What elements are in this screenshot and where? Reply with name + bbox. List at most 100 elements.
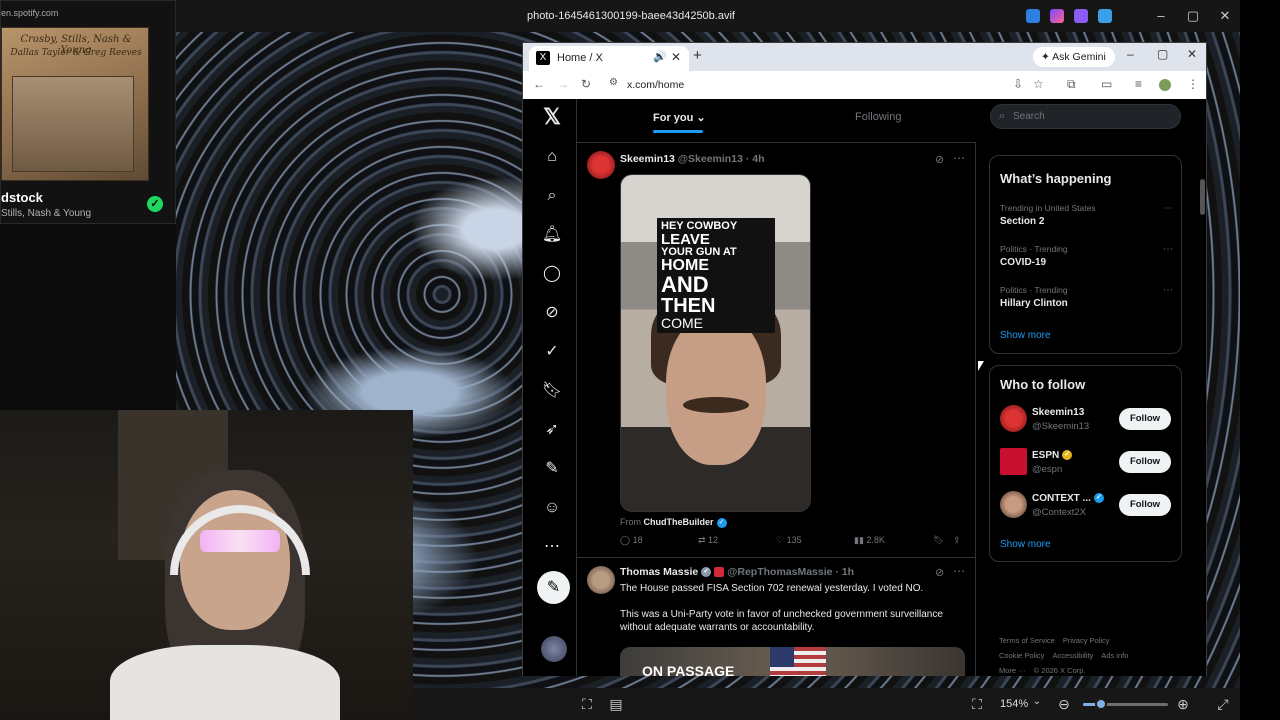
trend-name[interactable]: COVID-19	[1000, 257, 1046, 268]
tab-for-you[interactable]: For you ⌄	[653, 111, 706, 124]
edit-icon[interactable]	[1026, 9, 1040, 23]
media-queue-icon[interactable]: ≡	[1135, 77, 1142, 91]
fit-to-window-icon[interactable]: ⛶	[968, 696, 986, 713]
tab-following[interactable]: Following	[855, 111, 901, 123]
post-author[interactable]: Thomas Massie ✓ @RepThomasMassie · 1h	[620, 566, 854, 578]
profile-avatar[interactable]	[1159, 79, 1171, 91]
track-artist[interactable]: Stills, Nash & Young	[1, 208, 91, 219]
tab-close-icon[interactable]: ✕	[671, 50, 681, 64]
messages-icon[interactable]: ◯	[541, 263, 563, 285]
profile-icon[interactable]: ☺	[541, 497, 563, 519]
crop-icon[interactable]: ⛶	[578, 696, 596, 713]
trend-meta: Trending in United States	[1000, 203, 1096, 213]
trend-name[interactable]: Section 2	[1000, 216, 1044, 227]
clipchamp-icon[interactable]	[1074, 9, 1088, 23]
articles-icon[interactable]: ✎	[541, 458, 563, 480]
bookmark-star-icon[interactable]: ☆	[1033, 77, 1044, 91]
trend-name[interactable]: Hillary Clinton	[1000, 298, 1068, 309]
back-icon[interactable]: ←	[533, 77, 545, 91]
post-skeemin13[interactable]: Skeemin13 @Skeemin13 · 4h ⊘ ⋯ HEY COWBOY…	[577, 143, 976, 557]
privacy-link[interactable]: Privacy Policy	[1063, 636, 1110, 645]
account-name[interactable]: Skeemin13	[1032, 407, 1084, 418]
grok-icon[interactable]: ⊘	[541, 302, 563, 324]
page-scrollbar-thumb[interactable]	[1200, 179, 1205, 215]
terms-link[interactable]: Terms of Service	[999, 636, 1055, 645]
views-button[interactable]: ▮▮ 2.8K	[854, 535, 885, 546]
bookmarks-icon[interactable]: 🔖︎	[541, 380, 563, 402]
browser-close-button[interactable]: ✕	[1187, 47, 1197, 61]
browser-minimize-button[interactable]: –	[1127, 47, 1134, 61]
zoom-out-icon[interactable]: ⊖	[1055, 696, 1073, 713]
maximize-button[interactable]: ▢	[1182, 6, 1204, 26]
us-flag-canton	[770, 647, 794, 667]
account-name[interactable]: CONTEXT ... ✓	[1032, 493, 1104, 504]
post-more-icon[interactable]: ⋯	[953, 564, 965, 578]
trend-more-icon[interactable]: ⋯	[1163, 285, 1173, 296]
post-more-icon[interactable]: ⋯	[953, 151, 965, 165]
cookie-link[interactable]: Cookie Policy	[999, 651, 1044, 660]
site-info-icon[interactable]: ⚙	[609, 77, 618, 88]
ask-gemini-button[interactable]: ✦ Ask Gemini	[1033, 47, 1115, 67]
zoom-in-icon[interactable]: ⊕	[1174, 696, 1192, 713]
grok-explain-icon[interactable]: ⊘	[935, 566, 944, 579]
x-logo-icon[interactable]: 𝕏	[541, 106, 563, 128]
avatar[interactable]	[1000, 491, 1027, 518]
more-link[interactable]: More ···	[999, 666, 1026, 675]
saved-check-icon[interactable]: ✓	[147, 196, 163, 212]
more-icon[interactable]: ⋯	[541, 536, 563, 558]
forward-icon[interactable]: →	[557, 77, 569, 91]
new-tab-button[interactable]: +	[693, 47, 702, 64]
account-name[interactable]: ESPN ✓	[1032, 450, 1073, 461]
repost-button[interactable]: ⇄ 12	[698, 535, 718, 546]
audio-icon[interactable]: 🔊	[653, 50, 667, 63]
like-button[interactable]: ♡ 135	[776, 535, 802, 546]
ads-info-link[interactable]: Ads info	[1101, 651, 1128, 660]
show-more-follow-link[interactable]: Show more	[1000, 539, 1051, 550]
compose-post-button[interactable]: ✎	[537, 571, 570, 604]
avatar[interactable]	[1000, 405, 1027, 432]
zoom-level-dropdown[interactable]: 154%	[1000, 698, 1028, 710]
reload-icon[interactable]: ↻	[581, 77, 591, 91]
post-thomas-massie[interactable]: Thomas Massie ✓ @RepThomasMassie · 1h ⊘ ⋯…	[577, 558, 976, 676]
post-author[interactable]: Skeemin13 @Skeemin13 · 4h	[620, 153, 765, 165]
rocket-icon[interactable]: ➶	[541, 419, 563, 441]
search-input[interactable]: ⌕ Search	[990, 104, 1181, 129]
close-button[interactable]: ✕	[1214, 6, 1236, 26]
chevron-down-icon[interactable]: ⌄	[1028, 696, 1046, 707]
grok-explain-icon[interactable]: ⊘	[935, 153, 944, 166]
extensions-icon[interactable]: ⧉	[1067, 77, 1076, 92]
account-avatar[interactable]	[541, 636, 567, 662]
chrome-menu-icon[interactable]: ⋮	[1187, 77, 1199, 91]
split-view-icon[interactable]: ▭	[1101, 77, 1112, 91]
espn-logo-icon[interactable]	[1000, 448, 1027, 475]
follow-button[interactable]: Follow	[1119, 408, 1171, 430]
avatar[interactable]	[587, 566, 615, 594]
accessibility-link[interactable]: Accessibility	[1052, 651, 1093, 660]
post-image[interactable]: ON PASSAGE	[620, 647, 965, 676]
trend-more-icon[interactable]: ⋯	[1163, 244, 1173, 255]
post-video[interactable]: HEY COWBOY LEAVE YOUR GUN AT HOME AND TH…	[620, 174, 811, 512]
follow-button[interactable]: Follow	[1119, 451, 1171, 473]
video-source-name[interactable]: ChudTheBuilder	[644, 517, 714, 527]
premium-verified-icon[interactable]: ✓	[541, 341, 563, 363]
explore-search-icon[interactable]: ⌕	[541, 185, 563, 207]
avatar[interactable]	[587, 151, 615, 179]
copilot-icon[interactable]	[1050, 9, 1064, 23]
trend-more-icon[interactable]: ⋯	[1163, 203, 1173, 214]
cloud-icon[interactable]	[1098, 9, 1112, 23]
reply-button[interactable]: ◯ 18	[620, 535, 643, 546]
tab-home-x[interactable]: X Home / X 🔊 ✕	[529, 46, 689, 71]
show-more-trends-link[interactable]: Show more	[1000, 330, 1051, 341]
minimize-button[interactable]: –	[1150, 6, 1172, 26]
notifications-bell-icon[interactable]: 🔔︎	[541, 224, 563, 246]
fullscreen-icon[interactable]: ⤢	[1214, 696, 1232, 713]
browser-maximize-button[interactable]: ▢	[1157, 47, 1168, 61]
bookmark-icon[interactable]: 🔖︎	[933, 535, 944, 546]
install-app-icon[interactable]: ⇩	[1013, 77, 1023, 91]
follow-button[interactable]: Follow	[1119, 494, 1171, 516]
filmstrip-icon[interactable]: ▤	[607, 696, 625, 713]
home-icon[interactable]: ⌂	[541, 146, 563, 168]
zoom-slider-thumb[interactable]	[1095, 698, 1107, 710]
share-icon[interactable]: ⇪	[953, 535, 961, 546]
url-text[interactable]: x.com/home	[627, 79, 684, 91]
